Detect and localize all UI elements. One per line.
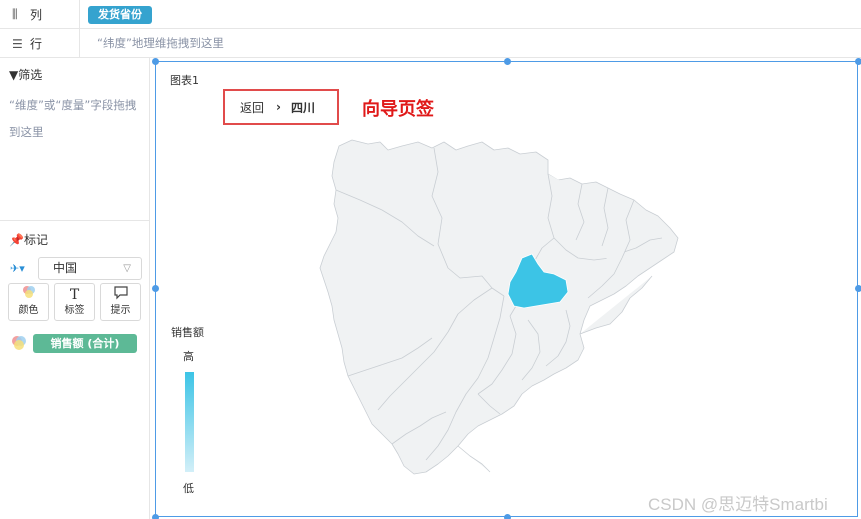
sales-measure-pill[interactable]: 销售额 (合计) <box>33 334 137 353</box>
sichuan-map[interactable] <box>156 62 857 516</box>
color-icon <box>9 284 48 304</box>
text-icon: T <box>69 287 80 303</box>
columns-shelf-label: ⫼ 列 <box>0 0 80 29</box>
filter-icon: ▼ <box>9 68 19 82</box>
marks-title: 📌标记 <box>9 233 48 247</box>
map-select[interactable]: 中国 ▽ <box>38 257 142 280</box>
label-button[interactable]: T 标签 <box>54 283 95 321</box>
legend-gradient-bar <box>185 372 194 472</box>
columns-icon: ⫼ <box>12 7 18 21</box>
rows-shelf-label: ☰ 行 <box>0 29 80 58</box>
list-icon: ☰ <box>12 36 23 51</box>
legend-low-label: 低 <box>183 482 194 495</box>
province-dimension-pill[interactable]: 发货省份 <box>88 6 152 24</box>
color-legend-icon <box>10 334 28 352</box>
chevron-down-icon: ▽ <box>123 263 131 274</box>
columns-shelf[interactable]: ⫼ 列 发货省份 <box>0 0 861 29</box>
rows-shelf[interactable]: ☰ 行 “纬度”地理维拖拽到这里 <box>0 29 861 58</box>
rows-drop-hint: “纬度”地理维拖拽到这里 <box>97 36 224 50</box>
chart-canvas[interactable]: 图表1 返回 › 四川 向导页签 销售额 高 低 <box>152 58 861 519</box>
pin-icon: 📌 <box>9 233 24 247</box>
filter-drop-zone[interactable]: “维度”或“度量”字段拖拽到这里 <box>9 92 141 146</box>
left-panel: ▼筛选 “维度”或“度量”字段拖拽到这里 📌标记 ✈▾ 中国 ▽ 颜色 T 标签… <box>0 58 150 519</box>
legend-title: 销售额 <box>171 326 204 339</box>
legend-high-label: 高 <box>183 350 194 363</box>
watermark: CSDN @思迈特Smartbi <box>648 495 828 514</box>
tooltip-button[interactable]: 提示 <box>100 283 141 321</box>
filter-title: ▼筛选 <box>9 68 43 82</box>
color-button[interactable]: 颜色 <box>8 283 49 321</box>
map-region <box>457 445 491 473</box>
divider <box>0 220 150 221</box>
tooltip-icon <box>101 284 140 304</box>
map-type-icon[interactable]: ✈▾ <box>10 262 25 275</box>
